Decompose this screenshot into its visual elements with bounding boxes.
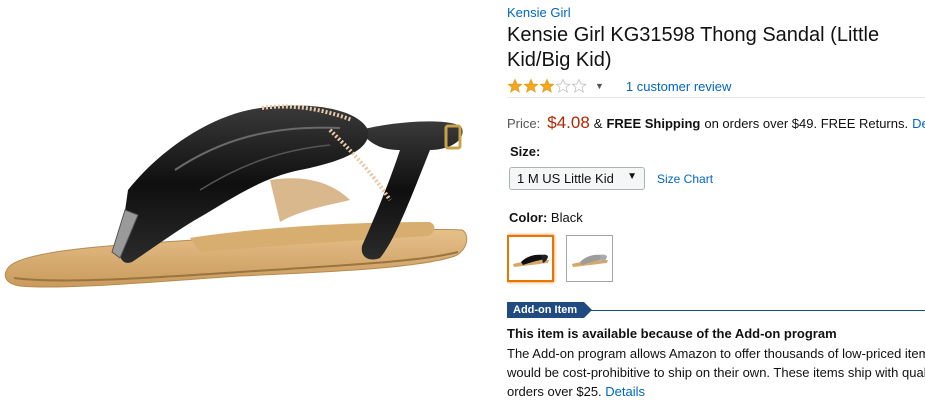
star-empty-icon-5 bbox=[571, 78, 587, 93]
price-value: $4.08 bbox=[547, 113, 590, 132]
price-amp: & bbox=[593, 116, 603, 131]
black-sandal-thumbnail-icon bbox=[512, 254, 549, 267]
chevron-down-icon[interactable]: ▼ bbox=[595, 81, 604, 91]
size-chart-link[interactable]: Size Chart bbox=[657, 172, 713, 186]
price-label: Price: bbox=[507, 116, 541, 131]
divider bbox=[507, 97, 925, 98]
size-selected-value: 1 M US Little Kid bbox=[517, 171, 614, 186]
star-rating[interactable] bbox=[507, 78, 587, 94]
color-selected-value: Black bbox=[550, 210, 583, 225]
addon-heading: This item is available because of the Ad… bbox=[507, 326, 837, 341]
star-icon-1 bbox=[507, 78, 523, 93]
size-label: Size: bbox=[510, 144, 541, 159]
brand-link[interactable]: Kensie Girl bbox=[507, 5, 571, 20]
price-row: Price: $4.08 & FREE Shipping on orders o… bbox=[507, 113, 925, 133]
product-image[interactable] bbox=[0, 0, 490, 411]
star-icon-2 bbox=[523, 78, 539, 93]
silver-sandal-thumbnail-icon bbox=[571, 254, 608, 267]
star-icon-3 bbox=[539, 78, 555, 93]
product-info: Kensie Girl Kensie Girl KG31598 Thong Sa… bbox=[507, 0, 925, 411]
color-row: Color: Black bbox=[509, 210, 583, 225]
addon-details-link[interactable]: Details bbox=[605, 384, 645, 399]
customer-review-link[interactable]: 1 customer review bbox=[626, 79, 731, 94]
free-shipping-label: FREE Shipping bbox=[606, 116, 701, 131]
shipping-terms: on orders over $49. FREE Returns. bbox=[704, 116, 909, 131]
addon-line-3-wrap: orders over $25. Details bbox=[507, 382, 925, 401]
addon-line-3: orders over $25. bbox=[507, 384, 602, 399]
addon-badge: Add-on Item bbox=[507, 302, 593, 318]
color-label: Color: bbox=[509, 210, 548, 225]
dropdown-arrow-icon: ▼ bbox=[627, 171, 637, 182]
size-select[interactable]: 1 M US Little Kid ▼ bbox=[509, 167, 645, 190]
addon-line-1: The Add-on program allows Amazon to offe… bbox=[507, 346, 925, 361]
rating-row: ▼ 1 customer review bbox=[507, 77, 731, 95]
product-title: Kensie Girl KG31598 Thong Sandal (Little… bbox=[507, 24, 880, 71]
addon-divider bbox=[590, 310, 925, 311]
shipping-details-link[interactable]: De bbox=[912, 116, 925, 131]
color-swatch-silver[interactable] bbox=[566, 235, 613, 282]
color-swatch-black[interactable] bbox=[507, 235, 554, 282]
addon-description: The Add-on program allows Amazon to offe… bbox=[507, 344, 925, 401]
star-empty-icon-4 bbox=[555, 78, 571, 93]
addon-line-2: would be cost-prohibitive to ship on the… bbox=[507, 365, 925, 380]
sandal-image bbox=[4, 104, 468, 288]
